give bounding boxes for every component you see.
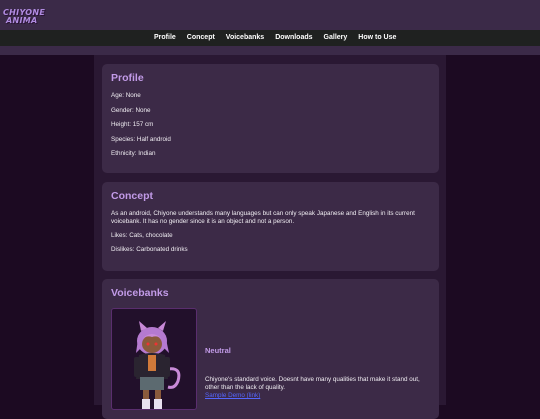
profile-card: Profile Age: None Gender: None Height: 1… <box>102 64 439 173</box>
voicebank-demo-link[interactable]: Sample Demo (link) <box>205 392 260 399</box>
profile-heading: Profile <box>111 72 144 84</box>
profile-ethnicity: Ethnicity: Indian <box>111 150 156 157</box>
voicebank-description: Chiyone's standard voice. Doesnt have ma… <box>205 376 420 391</box>
concept-dislikes: Dislikes: Carbonated drinks <box>111 246 188 253</box>
site-logo[interactable]: CHIYONE ANIMA <box>3 9 45 25</box>
nav-item-concept[interactable]: Concept <box>187 30 215 46</box>
character-illustration-icon <box>134 321 181 409</box>
voicebanks-card: Voicebanks Neutral Chiyone's standard vo… <box>102 279 439 419</box>
profile-gender: Gender: None <box>111 107 151 114</box>
concept-likes: Likes: Cats, chocolate <box>111 232 173 239</box>
concept-description: As an android, Chiyone understands many … <box>111 210 415 225</box>
concept-heading: Concept <box>111 190 153 202</box>
nav-item-voicebanks[interactable]: Voicebanks <box>226 30 264 46</box>
voicebank-name: Neutral <box>205 346 231 355</box>
nav-item-profile[interactable]: Profile <box>154 30 176 46</box>
character-art <box>111 308 197 410</box>
nav-item-how-to-use[interactable]: How to Use <box>358 30 396 46</box>
profile-height: Height: 157 cm <box>111 121 154 128</box>
voicebanks-heading: Voicebanks <box>111 287 169 299</box>
site-header: CHIYONE ANIMA <box>0 0 540 30</box>
nav-item-downloads[interactable]: Downloads <box>275 30 312 46</box>
nav-bar: Profile Concept Voicebanks Downloads Gal… <box>0 30 540 46</box>
logo-line-2: ANIMA <box>6 16 38 25</box>
concept-card: Concept As an android, Chiyone understan… <box>102 182 439 271</box>
profile-age: Age: None <box>111 92 141 99</box>
nav-bottom-strip <box>0 46 540 55</box>
nav-item-gallery[interactable]: Gallery <box>324 30 348 46</box>
profile-species: Species: Half android <box>111 136 171 143</box>
